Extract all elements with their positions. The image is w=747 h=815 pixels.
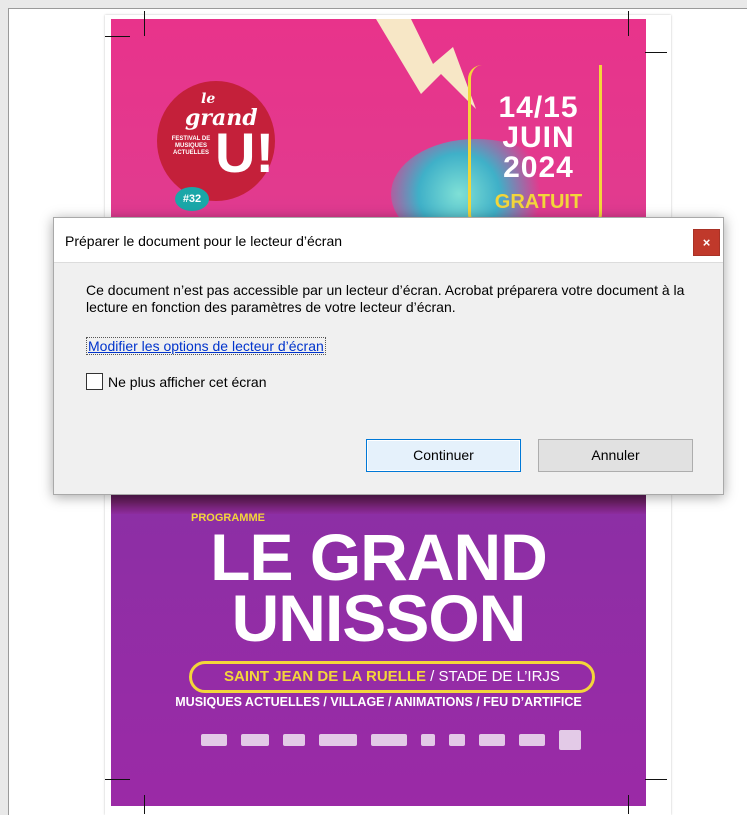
screen-reader-dialog: Préparer le document pour le lecteur d’é…: [53, 217, 724, 495]
continue-button[interactable]: Continuer: [366, 439, 521, 472]
dialog-titlebar[interactable]: Préparer le document pour le lecteur d’é…: [54, 218, 723, 263]
date-days: 14/15: [498, 91, 579, 124]
crop-mark: [628, 11, 629, 36]
poster-title-line2: UNISSON: [231, 581, 527, 655]
dont-show-again-label[interactable]: Ne plus afficher cet écran: [108, 374, 267, 390]
crop-mark: [645, 779, 667, 780]
event-tags: MUSIQUES ACTUELLES / VILLAGE / ANIMATION…: [175, 695, 582, 709]
crop-mark: [144, 11, 145, 36]
sponsor-logos: [201, 729, 581, 751]
dont-show-again-checkbox[interactable]: [86, 373, 103, 390]
reader-options-link[interactable]: Modifier les options de lecteur d’écran: [86, 337, 326, 355]
crop-mark: [628, 795, 629, 814]
dialog-title: Préparer le document pour le lecteur d’é…: [65, 233, 343, 249]
venue-banner: SAINT JEAN DE LA RUELLE / STADE DE L’IRJ…: [189, 661, 595, 693]
crop-mark: [645, 52, 667, 53]
edition-badge: #32: [175, 187, 209, 211]
date-month: JUIN: [502, 121, 575, 154]
festival-logo: le grand FESTIVAL DE MUSIQUES ACTUELLES …: [157, 81, 275, 211]
close-icon: ×: [702, 235, 711, 250]
lightning-graphic: [376, 19, 476, 109]
close-button[interactable]: ×: [693, 229, 720, 256]
free-label: GRATUIT: [494, 191, 583, 213]
crop-mark: [105, 779, 130, 780]
cancel-button[interactable]: Annuler: [538, 439, 693, 472]
crop-mark: [144, 795, 145, 814]
dialog-message: Ce document n’est pas accessible par un …: [86, 282, 685, 315]
date-year: 2024: [503, 151, 574, 184]
crop-mark: [105, 36, 130, 37]
